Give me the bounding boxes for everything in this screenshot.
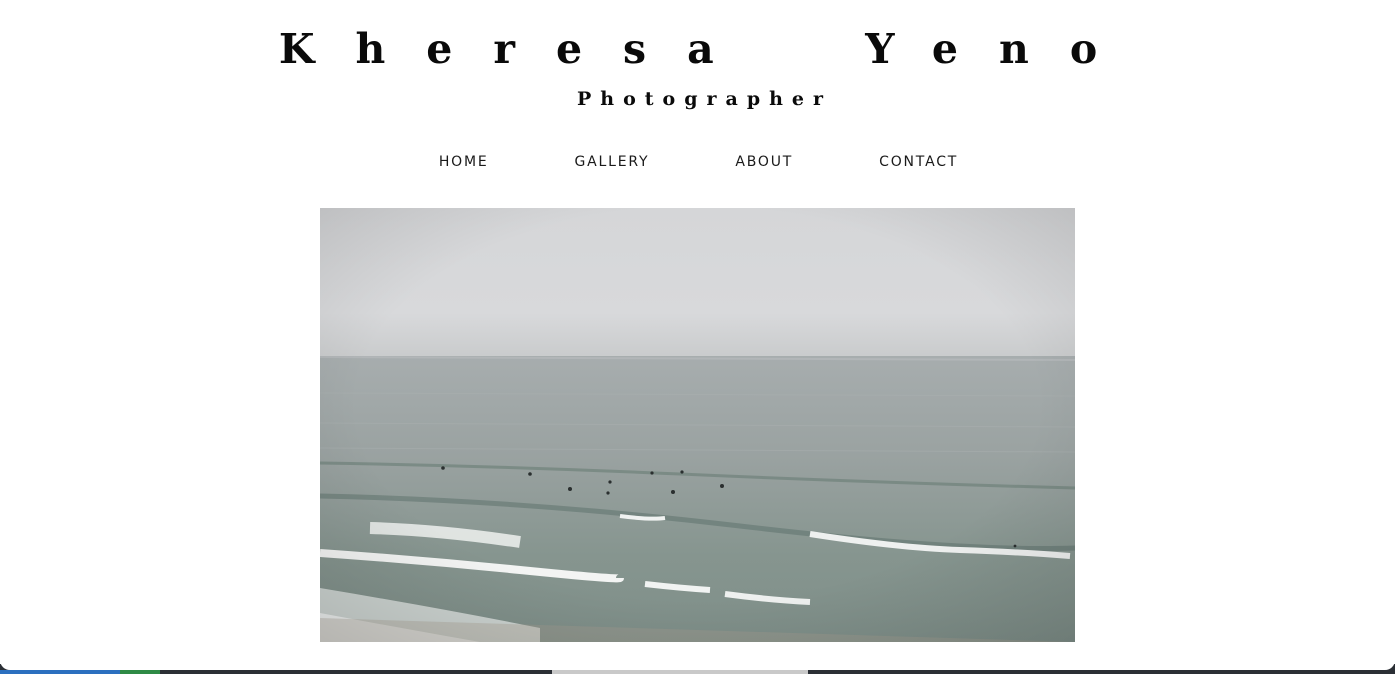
main-nav: HOME GALLERY ABOUT CONTACT — [0, 150, 1395, 174]
nav-contact-link[interactable]: CONTACT — [879, 150, 958, 174]
nav-gallery-link[interactable]: GALLERY — [575, 150, 650, 174]
site-title[interactable]: Kheresa Yeno — [0, 24, 1395, 74]
ocean-photo-image — [320, 208, 1075, 642]
nav-about-link[interactable]: ABOUT — [735, 150, 793, 174]
taskbar-segment — [0, 670, 120, 674]
taskbar-segment — [120, 670, 160, 674]
site-subtitle: Photographer — [576, 88, 833, 110]
page: Kheresa Yeno Photographer HOME GALLERY A… — [0, 0, 1395, 670]
nav-home-link[interactable]: HOME — [439, 150, 489, 174]
hero-photo — [320, 208, 1075, 642]
taskbar-segment — [552, 670, 808, 674]
